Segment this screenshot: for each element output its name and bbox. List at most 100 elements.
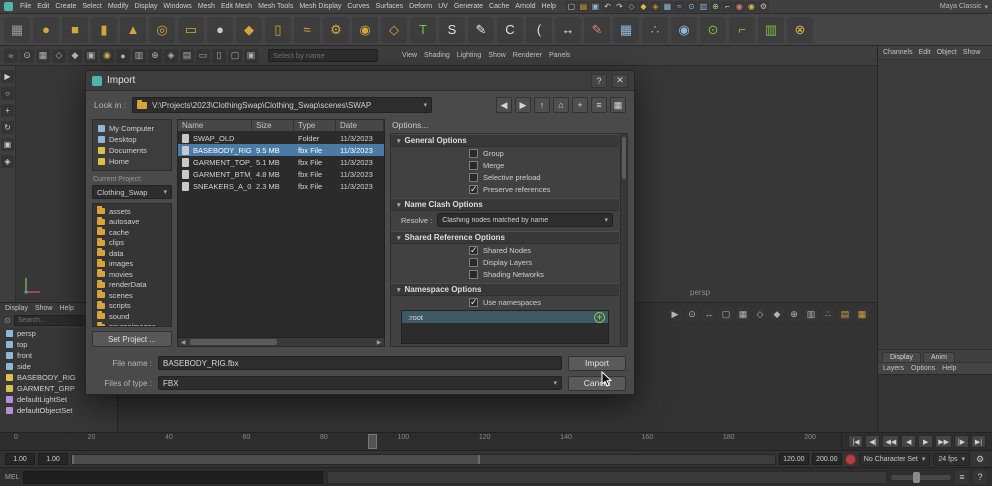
go-to-end-button[interactable]: ▶|	[971, 435, 986, 448]
playback-start-field[interactable]	[38, 453, 68, 465]
scrollbar-thumb[interactable]	[622, 137, 626, 179]
lighting-icon[interactable]: ◉	[100, 49, 114, 63]
horizontal-scrollbar[interactable]: ◀ ▶	[177, 338, 385, 347]
menu-item[interactable]: Help	[539, 3, 559, 10]
gear-icon[interactable]: ⚙	[323, 17, 349, 43]
constraint-icon[interactable]: ⊗	[787, 17, 813, 43]
section-name-clash-options[interactable]: ▾ Name Clash Options	[391, 198, 619, 211]
points-display-icon[interactable]: ⊙	[20, 49, 34, 63]
type-tool-icon[interactable]: T	[410, 17, 436, 43]
arc-tool-icon[interactable]: (	[526, 17, 552, 43]
panel-menu-item[interactable]: Lighting	[457, 52, 482, 59]
snap-plane-icon[interactable]: ▥	[698, 1, 709, 12]
box-select-icon[interactable]: ▢	[719, 307, 733, 321]
panel-menu-item[interactable]: Panels	[549, 52, 570, 59]
list-view-button[interactable]: ≡	[591, 97, 607, 113]
home-button[interactable]: ⌂	[553, 97, 569, 113]
history-icon[interactable]: ⊕	[710, 1, 721, 12]
shaded-icon[interactable]: ◆	[68, 49, 82, 63]
menu-item[interactable]: Create	[52, 3, 79, 10]
resolve-select[interactable]: Clashing nodes matched by name ▾	[437, 213, 613, 227]
channel-box-content[interactable]	[878, 60, 992, 349]
file-row[interactable]: GARMENT_TOP_01.fbx 5.1 MB fbx File 11/3/…	[178, 156, 384, 168]
files-of-type-select[interactable]: FBX ▾	[158, 376, 562, 390]
softmod-icon[interactable]: ◉	[671, 17, 697, 43]
xray-icon[interactable]: ▥	[132, 49, 146, 63]
layer-editor-menu-item[interactable]: Layers	[883, 365, 904, 372]
cluster-icon[interactable]: ∴	[642, 17, 668, 43]
poly-pipe-icon[interactable]: ▯	[265, 17, 291, 43]
menu-item[interactable]: Mesh Display	[296, 3, 344, 10]
layer-editor-tab[interactable]: Display	[882, 352, 921, 362]
checkbox[interactable]	[469, 246, 478, 255]
file-row[interactable]: SNEAKERS_A_01.fbx 2.3 MB fbx File 11/3/2…	[178, 180, 384, 192]
construction-plane-icon[interactable]: ⌐	[722, 1, 733, 12]
track-select-icon[interactable]: ▶	[668, 307, 682, 321]
poly-disc-icon[interactable]: ●	[207, 17, 233, 43]
grid-toggle-icon[interactable]: ▦	[36, 49, 50, 63]
playback-end-field[interactable]	[779, 453, 809, 465]
field-chart-icon[interactable]: ▤	[180, 49, 194, 63]
checkbox[interactable]	[469, 270, 478, 279]
bookmark-item[interactable]: Desktop	[96, 134, 168, 145]
shadows-icon[interactable]: ●	[116, 49, 130, 63]
isolate-select-icon[interactable]: ◈	[164, 49, 178, 63]
safe-title-icon[interactable]: ▣	[244, 49, 258, 63]
panel-menu-item[interactable]: Renderer	[513, 52, 542, 59]
step-forward-key-button[interactable]: |▶	[954, 435, 969, 448]
workspace-selector[interactable]: Maya Classic	[940, 3, 982, 10]
range-slider[interactable]	[71, 454, 776, 465]
render-settings-icon[interactable]: ⚙	[758, 1, 769, 12]
shelf-menu-icon[interactable]: ▦	[4, 17, 30, 43]
select-object-icon[interactable]: ◆	[638, 1, 649, 12]
slider-thumb[interactable]	[913, 472, 920, 483]
gate-mask-icon[interactable]: ▯	[212, 49, 226, 63]
lattice-icon[interactable]: ▦	[613, 17, 639, 43]
wireframe-icon[interactable]: ◇	[52, 49, 66, 63]
project-folder-item[interactable]: movies	[95, 269, 169, 280]
last-tool-icon[interactable]: ◈	[1, 155, 14, 168]
section-general-options[interactable]: ▾ General Options	[391, 134, 619, 147]
ripple-edit-icon[interactable]: ↔	[702, 307, 716, 321]
frame-range-icon[interactable]: ▥	[804, 307, 818, 321]
character-set-select[interactable]: No Character Set ▾	[859, 453, 931, 466]
checkbox[interactable]	[469, 185, 478, 194]
checkbox[interactable]	[469, 258, 478, 267]
column-header-type[interactable]: Type	[294, 120, 336, 131]
helix-icon[interactable]: ≈	[294, 17, 320, 43]
time-slider-track[interactable]	[0, 433, 841, 450]
undo-icon[interactable]: ↶	[602, 1, 613, 12]
pencil-curve-icon[interactable]: ✎	[468, 17, 494, 43]
animation-preferences-icon[interactable]: ⚙	[973, 452, 987, 466]
snap-toggle-icon[interactable]: ▦	[736, 307, 750, 321]
project-folder-item[interactable]: scenes	[95, 290, 169, 301]
menu-item[interactable]: File	[17, 3, 34, 10]
ipr-render-icon[interactable]: ◉	[746, 1, 757, 12]
menu-item[interactable]: Edit	[34, 3, 52, 10]
channel-box-menu-item[interactable]: Channels	[883, 49, 913, 56]
column-header-size[interactable]: Size	[252, 120, 294, 131]
animation-start-field[interactable]	[5, 453, 35, 465]
textured-icon[interactable]: ▣	[84, 49, 98, 63]
layer-editor-menu-item[interactable]: Options	[911, 365, 935, 372]
project-folder-item[interactable]: images	[95, 259, 169, 270]
scrollbar-thumb[interactable]	[190, 339, 277, 345]
checkbox[interactable]	[469, 161, 478, 170]
panel-menu-item[interactable]: View	[402, 52, 417, 59]
file-row[interactable]: SWAP_OLD Folder 11/3/2023	[178, 132, 384, 144]
section-shared-reference-options[interactable]: ▾ Shared Reference Options	[391, 231, 619, 244]
project-folder-item[interactable]: cache	[95, 227, 169, 238]
joint-tool-icon[interactable]: ⊙	[700, 17, 726, 43]
panel-menu-item[interactable]: Show	[488, 52, 506, 59]
step-forward-frame-button[interactable]: ▶▶	[935, 435, 952, 448]
channel-box-menu-item[interactable]: Show	[963, 49, 981, 56]
play-forwards-button[interactable]: ▶	[918, 435, 933, 448]
file-row[interactable]: BASEBODY_RIG.fbx 9.5 MB fbx File 11/3/20…	[178, 144, 384, 156]
details-view-button[interactable]: ▦	[610, 97, 626, 113]
bookmark-icon[interactable]: ▤	[838, 307, 852, 321]
grid-snap-icon[interactable]: ▦	[855, 307, 869, 321]
snap-grid-icon[interactable]: ▦	[662, 1, 673, 12]
new-scene-icon[interactable]: ▢	[566, 1, 577, 12]
project-folder-item[interactable]: assets	[95, 206, 169, 217]
use-namespaces-checkbox[interactable]	[469, 298, 478, 307]
